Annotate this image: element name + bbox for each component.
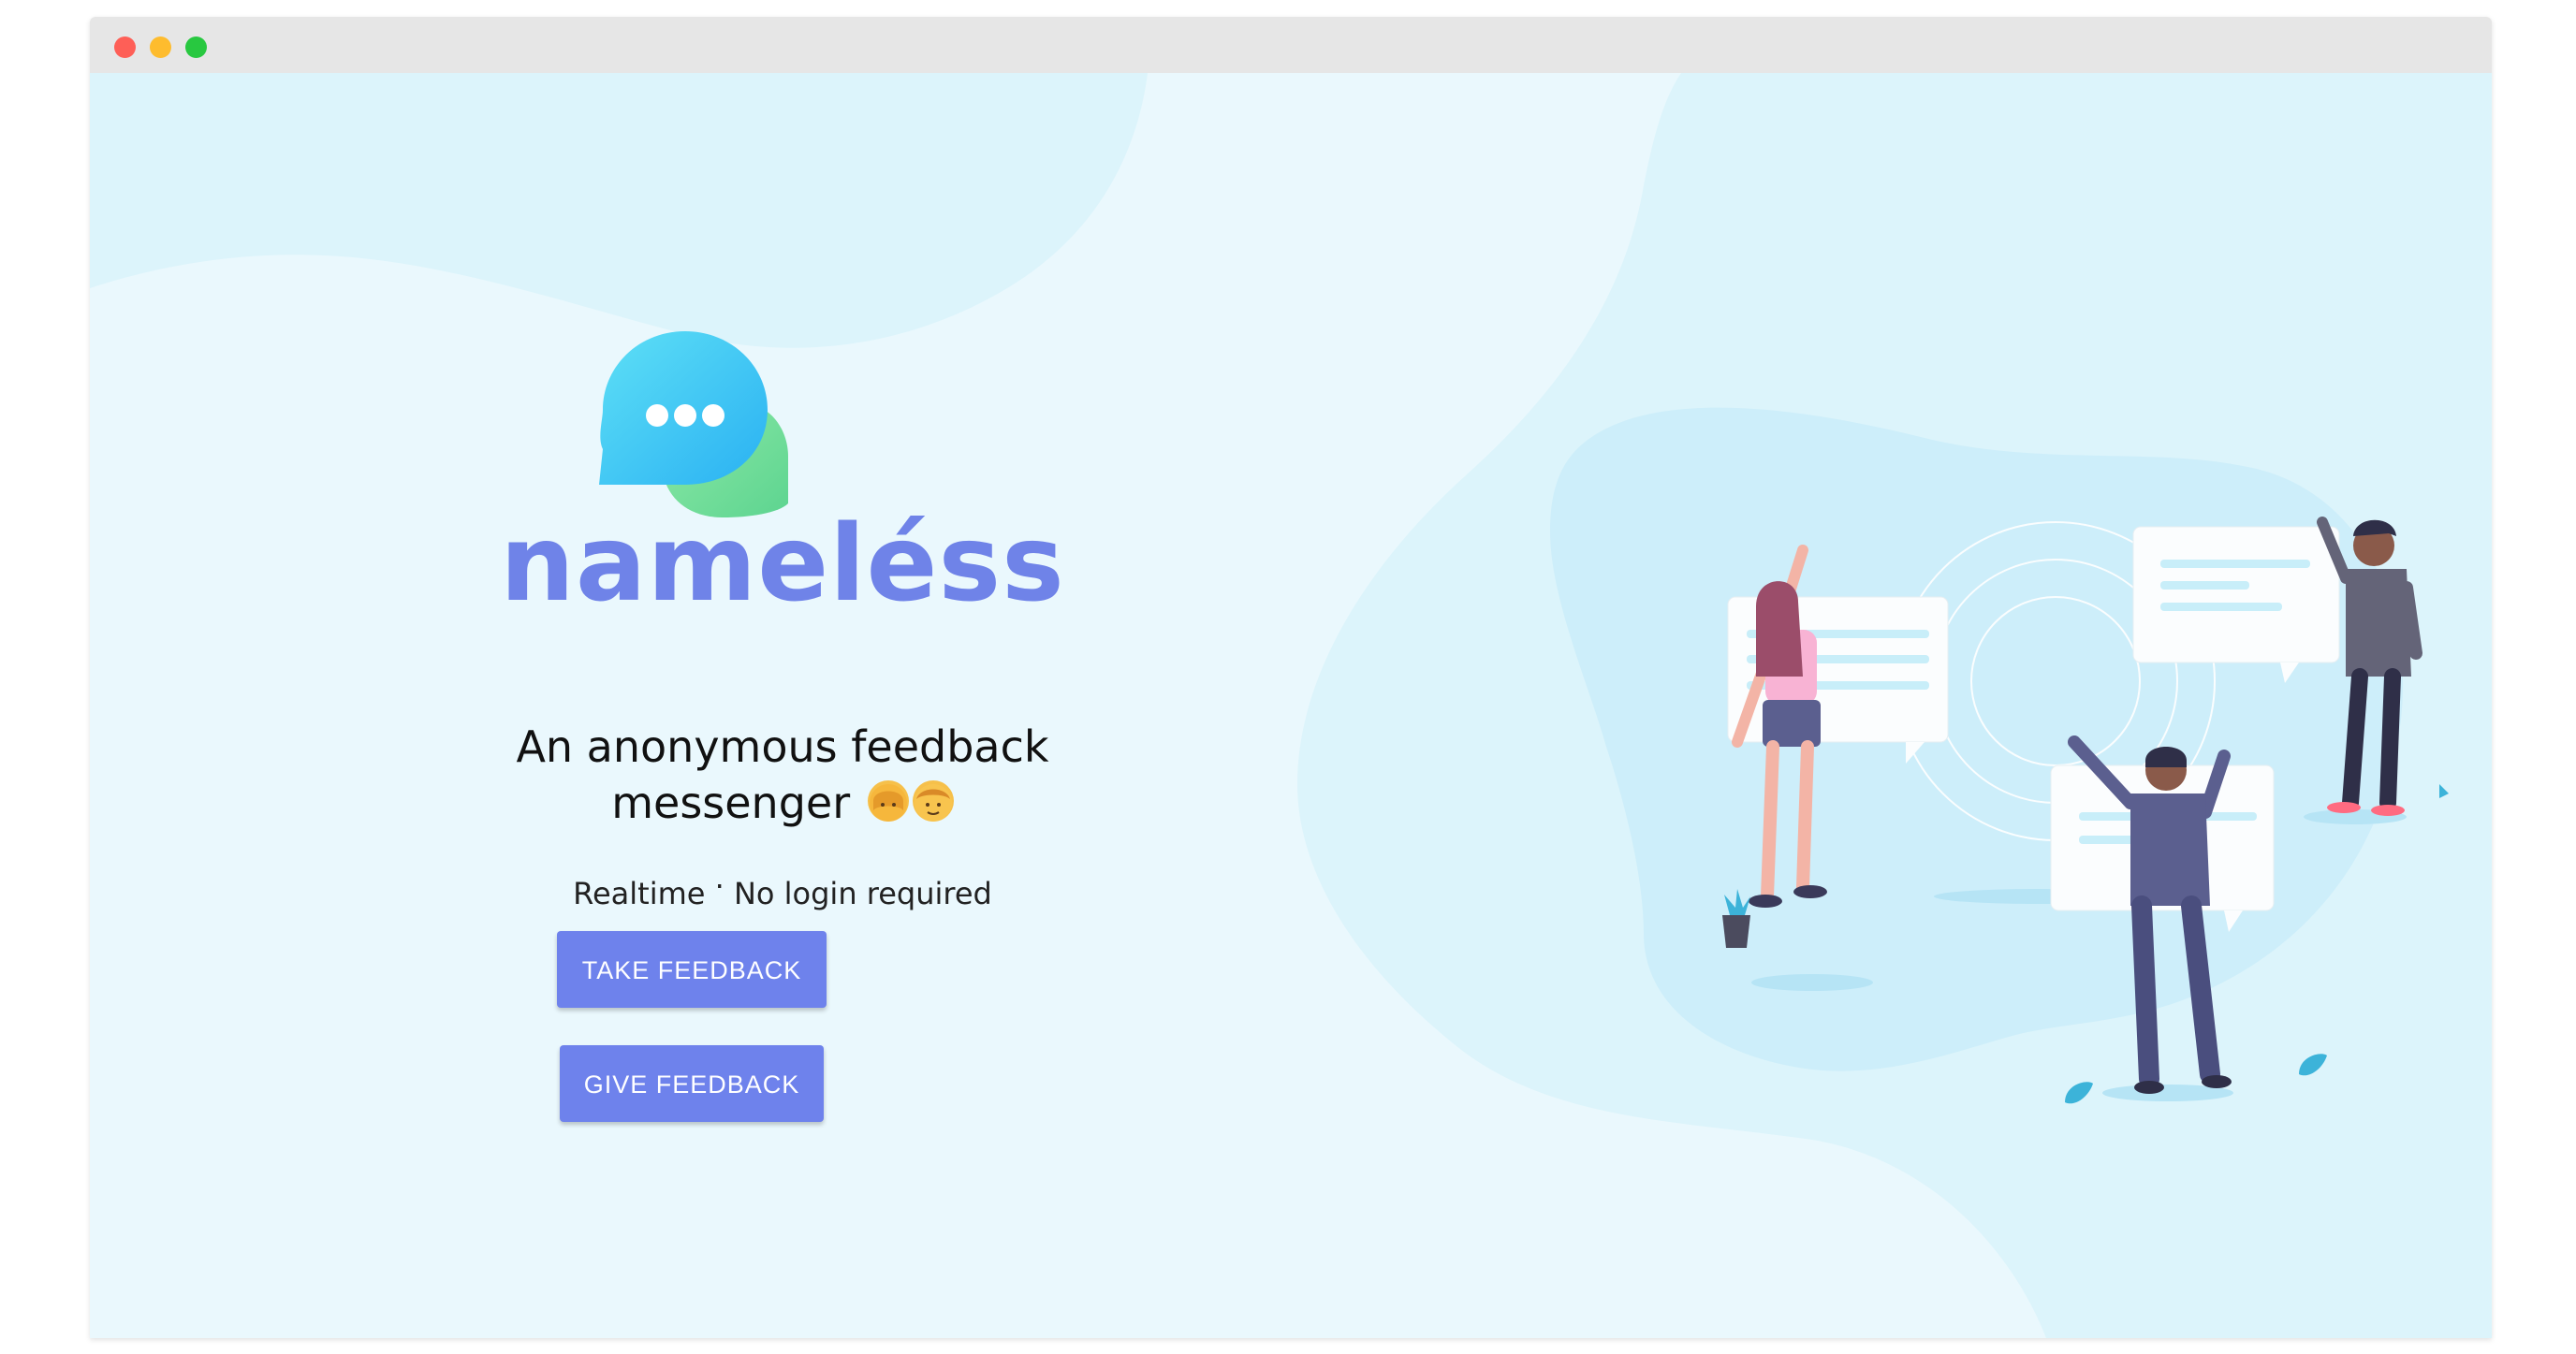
leaf-small: [2439, 784, 2449, 798]
tagline: An anonymous feedback messenger: [408, 719, 1157, 831]
tagline-line-2: messenger: [408, 775, 1157, 831]
plant-pot: [1722, 889, 1750, 948]
brand-name: nameléss: [500, 503, 1065, 625]
feature-realtime: Realtime: [573, 876, 706, 911]
feature-no-login: No login required: [733, 876, 992, 911]
woman-emoji-icon: [867, 780, 909, 822]
man-right-figure: [2317, 517, 2422, 816]
speech-bubble-top-right: [2132, 526, 2340, 683]
title-bar: [90, 17, 2492, 73]
leaf-left: [2065, 1082, 2093, 1104]
feature-separator: ·: [714, 868, 724, 904]
tagline-line-1: An anonymous feedback: [516, 721, 1049, 772]
features-line: Realtime · No login required: [408, 868, 1157, 911]
maximize-window-button[interactable]: [185, 36, 207, 58]
give-feedback-button[interactable]: GIVE FEEDBACK: [560, 1045, 824, 1122]
take-feedback-button[interactable]: TAKE FEEDBACK: [557, 931, 827, 1008]
man-emoji-icon: [912, 780, 954, 822]
leaf-right: [2299, 1054, 2327, 1076]
people-with-speech-bubbles-illustration: [1722, 517, 2449, 1104]
tagline-line-2-text: messenger: [611, 778, 851, 828]
page-content: nameléss An anonymous feedback messenger…: [90, 73, 2492, 1338]
chat-bubbles-icon: [599, 331, 788, 517]
minimize-window-button[interactable]: [150, 36, 171, 58]
browser-window: nameléss An anonymous feedback messenger…: [90, 17, 2492, 1338]
close-window-button[interactable]: [114, 36, 136, 58]
